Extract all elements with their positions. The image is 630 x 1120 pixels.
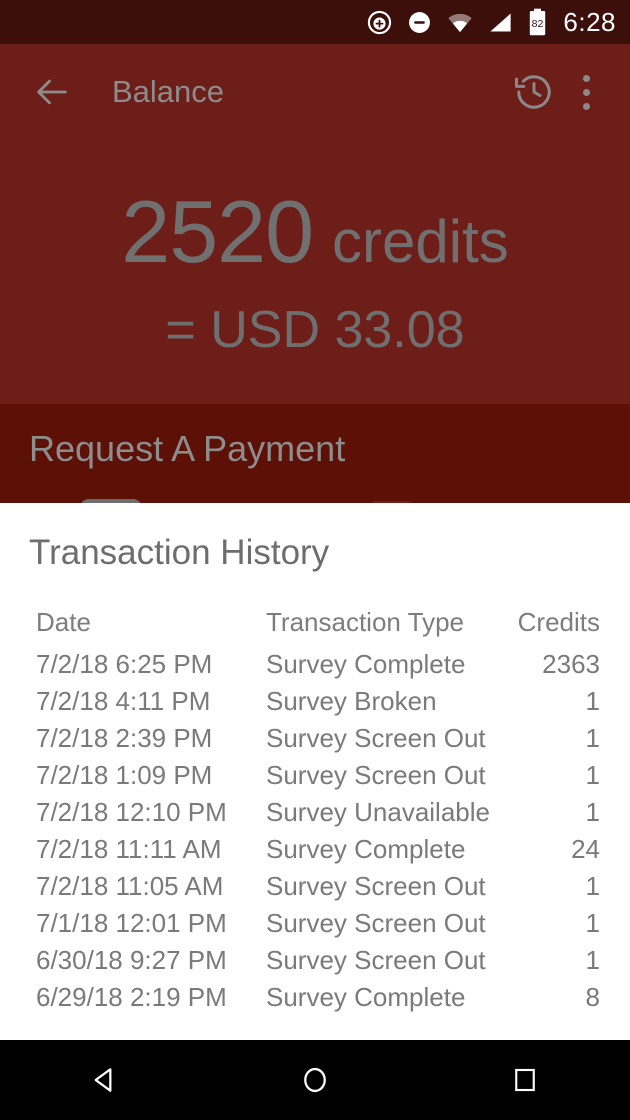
nav-home-button[interactable] bbox=[255, 1040, 375, 1120]
request-payment-title: Request A Payment bbox=[29, 428, 346, 469]
cell-credits: 2363 bbox=[542, 649, 600, 679]
cell-date: 7/2/18 2:39 PM bbox=[36, 723, 213, 753]
overflow-menu-icon bbox=[582, 102, 590, 110]
nav-back-icon bbox=[94, 1068, 112, 1092]
transaction-history-section: Transaction History Date Transaction Typ… bbox=[0, 503, 630, 1040]
nav-recents-button[interactable] bbox=[465, 1040, 585, 1120]
overflow-menu-icon bbox=[582, 74, 590, 82]
column-header-type: Transaction Type bbox=[266, 606, 464, 637]
cell-type: Survey Screen Out bbox=[266, 871, 486, 901]
do-not-disturb-icon bbox=[409, 11, 431, 33]
table-row[interactable]: 7/2/18 4:11 PM Survey Broken 1 bbox=[0, 683, 630, 720]
cell-type: Survey Complete bbox=[266, 982, 466, 1012]
app-bar: Balance bbox=[0, 44, 630, 140]
table-row[interactable]: 7/2/18 11:05 AM Survey Screen Out 1 bbox=[0, 868, 630, 905]
cell-credits: 1 bbox=[585, 871, 600, 901]
table-row[interactable]: 7/1/18 12:01 PM Survey Screen Out 1 bbox=[0, 905, 630, 942]
cell-credits: 1 bbox=[585, 760, 600, 790]
cell-credits: 1 bbox=[585, 686, 600, 716]
cell-credits: 8 bbox=[585, 982, 600, 1012]
cell-type: Survey Broken bbox=[266, 686, 437, 716]
balance-amount: 2520 bbox=[121, 182, 314, 281]
cell-date: 6/30/18 9:27 PM bbox=[36, 945, 227, 975]
overflow-menu-icon bbox=[582, 88, 590, 96]
cell-type: Survey Screen Out bbox=[266, 723, 486, 753]
table-header-row: Date Transaction Type Credits bbox=[0, 598, 630, 646]
signal-icon bbox=[490, 13, 512, 31]
cell-type: Survey Unavailable bbox=[265, 797, 490, 827]
cell-date: 7/2/18 1:09 PM bbox=[36, 760, 213, 790]
table-row[interactable]: 7/2/18 11:11 AM Survey Complete 24 bbox=[0, 831, 630, 868]
cell-date: 7/2/18 6:25 PM bbox=[36, 649, 213, 679]
balance-unit: credits bbox=[332, 208, 509, 275]
history-icon bbox=[515, 75, 551, 109]
app-bar-actions bbox=[508, 64, 630, 120]
cell-credits: 1 bbox=[585, 723, 600, 753]
cell-type: Survey Screen Out bbox=[266, 908, 486, 938]
cell-type: Survey Screen Out bbox=[266, 945, 486, 975]
table-row[interactable]: 7/2/18 1:09 PM Survey Screen Out 1 bbox=[0, 757, 630, 794]
add-circle-icon bbox=[368, 10, 392, 34]
transaction-table: Date Transaction Type Credits 7/2/18 6:2… bbox=[0, 598, 630, 1016]
status-icons: 82 bbox=[366, 8, 548, 36]
arrow-back-icon bbox=[37, 79, 67, 105]
android-nav-bar bbox=[0, 1040, 630, 1120]
cell-date: 7/2/18 11:05 AM bbox=[36, 871, 224, 901]
transaction-rows: 7/2/18 6:25 PM Survey Complete 2363 7/2/… bbox=[0, 646, 630, 1016]
table-row[interactable]: 7/2/18 6:25 PM Survey Complete 2363 bbox=[0, 646, 630, 683]
cell-date: 7/2/18 4:11 PM bbox=[36, 686, 211, 716]
request-payment-section[interactable]: Request A Payment bbox=[0, 404, 630, 503]
cell-date: 7/1/18 12:01 PM bbox=[36, 908, 227, 938]
section-title: Transaction History bbox=[29, 533, 330, 572]
table-row[interactable]: 6/29/18 2:19 PM Survey Complete 8 bbox=[0, 979, 630, 1016]
column-header-credits: Credits bbox=[517, 606, 600, 637]
cell-date: 7/2/18 12:10 PM bbox=[36, 797, 227, 827]
nav-home-icon bbox=[304, 1067, 326, 1093]
cell-date: 6/29/18 2:19 PM bbox=[36, 982, 227, 1012]
history-button[interactable] bbox=[508, 66, 560, 118]
cell-credits: 1 bbox=[585, 908, 600, 938]
phone-screen: 82 6:28 Balance 2520 credits = USD 33.08… bbox=[0, 0, 630, 1120]
nav-back-button[interactable] bbox=[45, 1040, 165, 1120]
battery-icon: 82 bbox=[530, 8, 546, 36]
back-button[interactable] bbox=[30, 70, 74, 114]
table-row[interactable]: 7/2/18 12:10 PM Survey Unavailable 1 bbox=[0, 794, 630, 831]
balance-hero: 2520 credits = USD 33.08 bbox=[0, 140, 630, 404]
battery-level: 82 bbox=[532, 18, 544, 30]
cell-credits: 24 bbox=[571, 834, 600, 864]
cell-credits: 1 bbox=[585, 797, 600, 827]
cell-credits: 1 bbox=[585, 945, 600, 975]
cell-date: 7/2/18 11:11 AM bbox=[36, 834, 222, 864]
wifi-icon bbox=[448, 13, 473, 32]
status-bar: 82 6:28 bbox=[0, 0, 630, 44]
cell-type: Survey Complete bbox=[266, 834, 466, 864]
balance-line: 2520 credits bbox=[121, 188, 508, 276]
table-row[interactable]: 7/2/18 2:39 PM Survey Screen Out 1 bbox=[0, 720, 630, 757]
cell-type: Survey Screen Out bbox=[266, 760, 486, 790]
table-row[interactable]: 6/30/18 9:27 PM Survey Screen Out 1 bbox=[0, 942, 630, 979]
column-header-date: Date bbox=[36, 606, 91, 637]
cell-type: Survey Complete bbox=[266, 649, 466, 679]
overflow-menu-button[interactable] bbox=[560, 64, 612, 120]
balance-converted: = USD 33.08 bbox=[165, 301, 465, 359]
status-time: 6:28 bbox=[563, 7, 616, 37]
page-title: Balance bbox=[112, 74, 225, 109]
nav-recents-icon bbox=[515, 1068, 535, 1092]
